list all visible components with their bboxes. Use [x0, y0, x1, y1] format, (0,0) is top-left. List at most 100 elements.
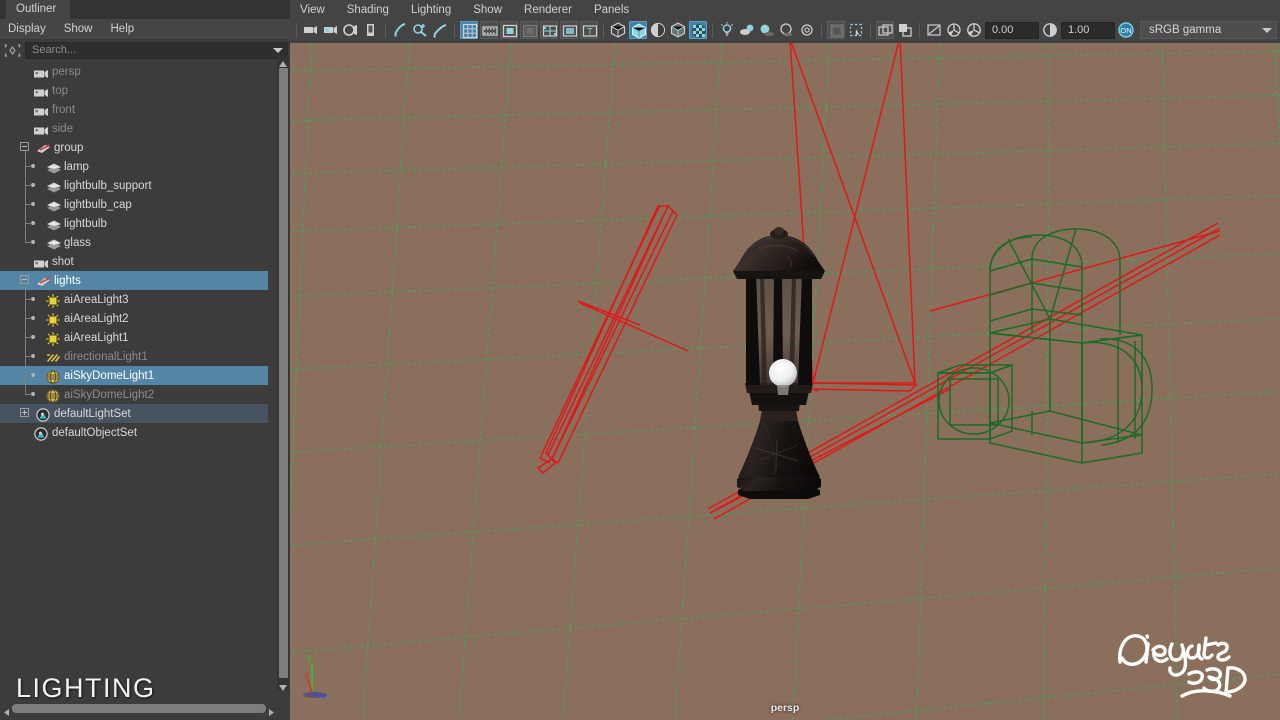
outliner-item-lightbulb[interactable]: lightbulb: [0, 214, 268, 233]
vertical-scroll-thumb[interactable]: [279, 68, 288, 678]
film-gate-icon[interactable]: [480, 21, 498, 39]
outliner-horizontal-scrollbar[interactable]: [2, 703, 276, 716]
two-pane-icon[interactable]: [391, 21, 409, 39]
outliner-item-shot[interactable]: shot: [0, 252, 268, 271]
scroll-left-arrow-icon[interactable]: [2, 704, 11, 720]
outliner-item-side[interactable]: side: [0, 119, 268, 138]
scroll-up-arrow-icon[interactable]: [278, 56, 288, 67]
horizontal-scroll-thumb[interactable]: [12, 704, 266, 713]
outliner-item-group[interactable]: group: [0, 138, 268, 157]
menu-display[interactable]: Display: [8, 23, 46, 35]
smooth-shade-all-icon[interactable]: [629, 21, 647, 39]
menu-lighting[interactable]: Lighting: [411, 4, 451, 16]
multisample-icon[interactable]: [827, 21, 845, 39]
pick-walk-icon[interactable]: [3, 42, 22, 59]
outliner-item-label: shot: [52, 255, 74, 268]
outliner-item-aiarealight1[interactable]: aiAreaLight1: [0, 328, 268, 347]
search-input[interactable]: Search...: [25, 41, 288, 59]
safe-title-icon[interactable]: T: [580, 21, 598, 39]
menu-view[interactable]: View: [300, 4, 325, 16]
viewport-menubar: View Shading Lighting Show Renderer Pane…: [290, 0, 1280, 19]
depth-peeling-icon[interactable]: [847, 21, 865, 39]
field-chart-icon[interactable]: [540, 21, 558, 39]
exposure-input[interactable]: 0.00: [985, 21, 1039, 39]
chevron-down-icon[interactable]: [1262, 27, 1272, 33]
viewport-canvas[interactable]: y x z persp: [290, 43, 1280, 720]
gamma-contrast-icon[interactable]: [1041, 21, 1059, 39]
outliner-item-label: front: [52, 103, 76, 116]
outliner-item-directionallight1[interactable]: directionalLight1: [0, 347, 268, 366]
expander-lights[interactable]: [20, 275, 29, 284]
outliner-item-lights[interactable]: lights: [0, 271, 268, 290]
outliner-item-front[interactable]: front: [0, 100, 268, 119]
xray-icon[interactable]: [431, 21, 449, 39]
ambient-occlusion-icon[interactable]: [778, 21, 796, 39]
expander-group[interactable]: [20, 142, 29, 151]
shadows-icon[interactable]: [758, 21, 776, 39]
outliner-item-defaultobjectset[interactable]: defaultObjectSet: [0, 423, 268, 442]
safe-action-icon[interactable]: [560, 21, 578, 39]
isolate-toggle-icon[interactable]: [896, 21, 914, 39]
grid-display-icon[interactable]: [460, 21, 478, 39]
xray-active-comp-icon[interactable]: [925, 21, 943, 39]
wireframe-on-shaded-icon[interactable]: [669, 21, 687, 39]
resolution-gate-icon[interactable]: [500, 21, 518, 39]
scroll-down-arrow-icon[interactable]: [278, 680, 288, 691]
scroll-right-arrow-icon[interactable]: [267, 704, 276, 720]
menu-show[interactable]: Show: [64, 23, 93, 35]
camera-attributes-icon[interactable]: [322, 21, 340, 39]
camera-bookmark-icon[interactable]: [342, 21, 360, 39]
color-profile-dropdown[interactable]: sRGB gamma: [1140, 21, 1277, 39]
gamma-input[interactable]: 1.00: [1061, 21, 1115, 39]
outliner-item-aiskydomelight2[interactable]: aiSkyDomeLight2: [0, 385, 268, 404]
svg-text:ON: ON: [1120, 26, 1131, 35]
menu-show[interactable]: Show: [473, 4, 502, 16]
tab-outliner[interactable]: Outliner: [6, 0, 71, 19]
menu-shading[interactable]: Shading: [347, 4, 389, 16]
expander-defaultlightset[interactable]: [20, 408, 29, 417]
use-all-lights-icon[interactable]: [738, 21, 756, 39]
outliner-tree[interactable]: persp top front side group lamp lightbulb_supp…: [0, 60, 290, 720]
gamma-input-value: 1.00: [1068, 24, 1090, 36]
chevron-down-icon[interactable]: [273, 47, 283, 53]
exposure-input-value: 0.00: [992, 24, 1014, 36]
outliner-vertical-scrollbar[interactable]: [277, 56, 289, 691]
smooth-shade-flat-icon[interactable]: [649, 21, 667, 39]
outliner-item-lamp[interactable]: lamp: [0, 157, 268, 176]
image-plane-icon[interactable]: [362, 21, 380, 39]
outliner-item-aiskydomelight1[interactable]: aiSkyDomeLight1: [0, 366, 268, 385]
outliner-item-label: persp: [52, 65, 81, 78]
isolate-select-icon[interactable]: [411, 21, 429, 39]
exposure-aperture-icon[interactable]: [965, 21, 983, 39]
outliner-item-aiarealight3[interactable]: aiAreaLight3: [0, 290, 268, 309]
camera-select-icon[interactable]: [302, 21, 320, 39]
gate-mask-icon[interactable]: [520, 21, 538, 39]
exposure-icon[interactable]: [945, 21, 963, 39]
outliner-item-top[interactable]: top: [0, 81, 268, 100]
outliner-item-defaultlightset[interactable]: defaultLightSet: [0, 404, 268, 423]
outliner-item-glass[interactable]: glass: [0, 233, 268, 252]
color-management-on-icon[interactable]: ON: [1117, 21, 1135, 39]
outliner-item-persp[interactable]: persp: [0, 62, 268, 81]
menu-help[interactable]: Help: [111, 23, 135, 35]
wireframe-shading-icon[interactable]: [609, 21, 627, 39]
use-default-light-icon[interactable]: [718, 21, 736, 39]
outliner-item-label: side: [52, 122, 74, 135]
tree-connector: [25, 299, 32, 300]
outliner-item-label: aiAreaLight1: [64, 331, 129, 344]
viewport-toolbar: T 0.00 1.00 ON sRGB gamma: [290, 19, 1280, 42]
outliner-item-lightbulb_support[interactable]: lightbulb_support: [0, 176, 268, 195]
textured-display-icon[interactable]: [689, 21, 707, 39]
outliner-item-lightbulb_cap[interactable]: lightbulb_cap: [0, 195, 268, 214]
motion-blur-icon[interactable]: [798, 21, 816, 39]
xray-joints-icon[interactable]: [876, 21, 894, 39]
search-placeholder: Search...: [32, 44, 77, 56]
outliner-menubar: Display Show Help: [0, 19, 290, 40]
menu-panels[interactable]: Panels: [594, 4, 629, 16]
tree-connector: [25, 185, 32, 186]
viewport-panel: View Shading Lighting Show Renderer Pane…: [290, 0, 1280, 720]
outliner-item-aiarealight2[interactable]: aiAreaLight2: [0, 309, 268, 328]
tree-connector: [25, 242, 32, 243]
toolbar-separator: [603, 22, 604, 38]
menu-renderer[interactable]: Renderer: [524, 4, 572, 16]
